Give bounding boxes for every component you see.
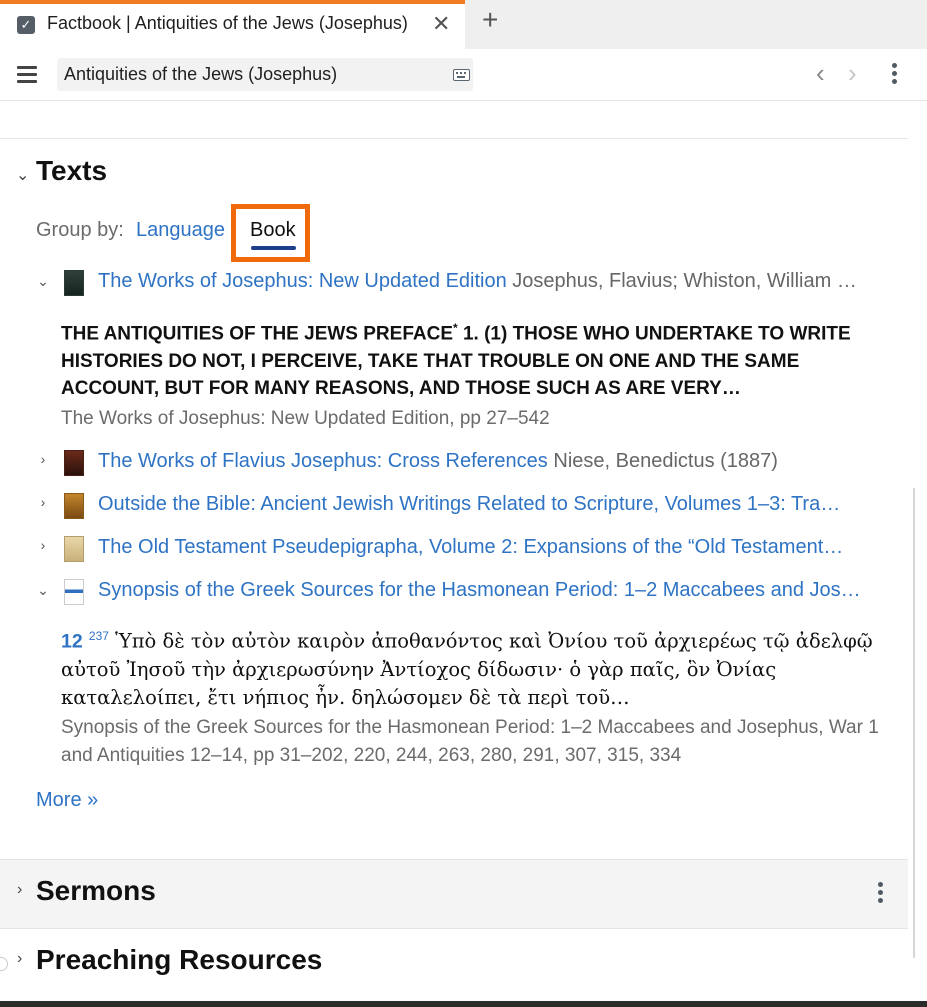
chevron-right-icon[interactable]: › xyxy=(36,451,50,467)
book-row-2[interactable]: The Works of Flavius Josephus: Cross Ref… xyxy=(98,450,870,473)
factbook-content: ⌄ Texts Group by: Language Book ⌄ The Wo… xyxy=(0,101,927,1007)
chevron-down-icon[interactable]: ⌄ xyxy=(36,582,50,599)
book-cover-icon xyxy=(64,493,84,519)
scrollbar[interactable] xyxy=(913,488,915,958)
back-icon[interactable]: ‹ xyxy=(816,58,825,89)
tab-factbook[interactable]: ✓ Factbook | Antiquities of the Jews (Jo… xyxy=(0,0,465,49)
section-title-sermons[interactable]: Sermons xyxy=(36,875,156,907)
group-by-language[interactable]: Language xyxy=(136,219,225,242)
snippet[interactable]: 12 237 Ὑπὸ δὲ τὸν αὐτὸν καιρὸν ἀποθανόντ… xyxy=(61,623,881,711)
close-icon[interactable]: ✕ xyxy=(432,11,450,37)
book-title[interactable]: Synopsis of the Greek Sources for the Ha… xyxy=(98,579,861,601)
citation: The Works of Josephus: New Updated Editi… xyxy=(61,408,550,429)
chevron-right-icon[interactable]: › xyxy=(36,537,50,553)
book-author: Josephus, Flavius; Whiston, William … xyxy=(512,270,857,292)
toolbar: Antiquities of the Jews (Josephus) ‹ › xyxy=(0,49,927,101)
section-title-preaching-resources[interactable]: Preaching Resources xyxy=(36,944,322,976)
chevron-right-icon[interactable]: › xyxy=(17,950,22,968)
section-sermons[interactable]: › Sermons xyxy=(0,859,908,928)
citation: Synopsis of the Greek Sources for the Ha… xyxy=(61,717,879,766)
checkbox-icon: ✓ xyxy=(17,16,35,34)
book-cover-icon xyxy=(64,536,84,562)
group-by-book[interactable]: Book xyxy=(250,219,296,242)
search-value[interactable]: Antiquities of the Jews (Josephus) xyxy=(64,64,337,85)
hamburger-icon[interactable] xyxy=(17,66,37,83)
more-link[interactable]: More » xyxy=(36,789,98,812)
chevron-right-icon[interactable]: › xyxy=(36,494,50,510)
chevron-down-icon[interactable]: ⌄ xyxy=(36,273,50,290)
book-row-1[interactable]: The Works of Josephus: New Updated Editi… xyxy=(98,270,870,293)
book-title[interactable]: The Old Testament Pseudepigrapha, Volume… xyxy=(98,536,843,558)
group-by-label: Group by: xyxy=(36,219,124,241)
kebab-icon[interactable] xyxy=(878,882,883,906)
book-author: Niese, Benedictus (1887) xyxy=(553,450,778,472)
book-title[interactable]: The Works of Flavius Josephus: Cross Ref… xyxy=(98,450,548,472)
chevron-down-icon[interactable]: ⌄ xyxy=(16,165,29,185)
divider xyxy=(0,138,908,139)
book-cover-icon xyxy=(64,450,84,476)
book-row-4[interactable]: The Old Testament Pseudepigrapha, Volume… xyxy=(98,536,866,559)
book-row-5[interactable]: Synopsis of the Greek Sources for the Ha… xyxy=(98,579,866,602)
book-row-3[interactable]: Outside the Bible: Ancient Jewish Writin… xyxy=(98,493,866,516)
book-cover-icon xyxy=(64,579,84,605)
selected-indicator xyxy=(251,246,296,250)
tab-bar: ✓ Factbook | Antiquities of the Jews (Jo… xyxy=(0,0,927,49)
add-tab-icon[interactable]: + xyxy=(482,4,498,36)
section-preaching-resources[interactable]: › Preaching Resources xyxy=(0,928,908,997)
book-cover-icon xyxy=(64,270,84,296)
kebab-icon[interactable] xyxy=(892,63,897,87)
book-title[interactable]: Outside the Bible: Ancient Jewish Writin… xyxy=(98,493,840,515)
chevron-right-icon[interactable]: › xyxy=(17,881,22,899)
book-title[interactable]: The Works of Josephus: New Updated Editi… xyxy=(98,270,507,292)
keyboard-icon[interactable] xyxy=(453,69,470,81)
tab-title: Factbook | Antiquities of the Jews (Jose… xyxy=(47,13,408,33)
window-bottom-edge xyxy=(0,1001,927,1007)
search-input[interactable]: Antiquities of the Jews (Josephus) xyxy=(57,58,473,91)
snippet[interactable]: THE ANTIQUITIES OF THE JEWS PREFACE* 1. … xyxy=(61,315,871,403)
section-title-texts[interactable]: Texts xyxy=(36,155,107,187)
forward-icon[interactable]: › xyxy=(848,58,857,89)
